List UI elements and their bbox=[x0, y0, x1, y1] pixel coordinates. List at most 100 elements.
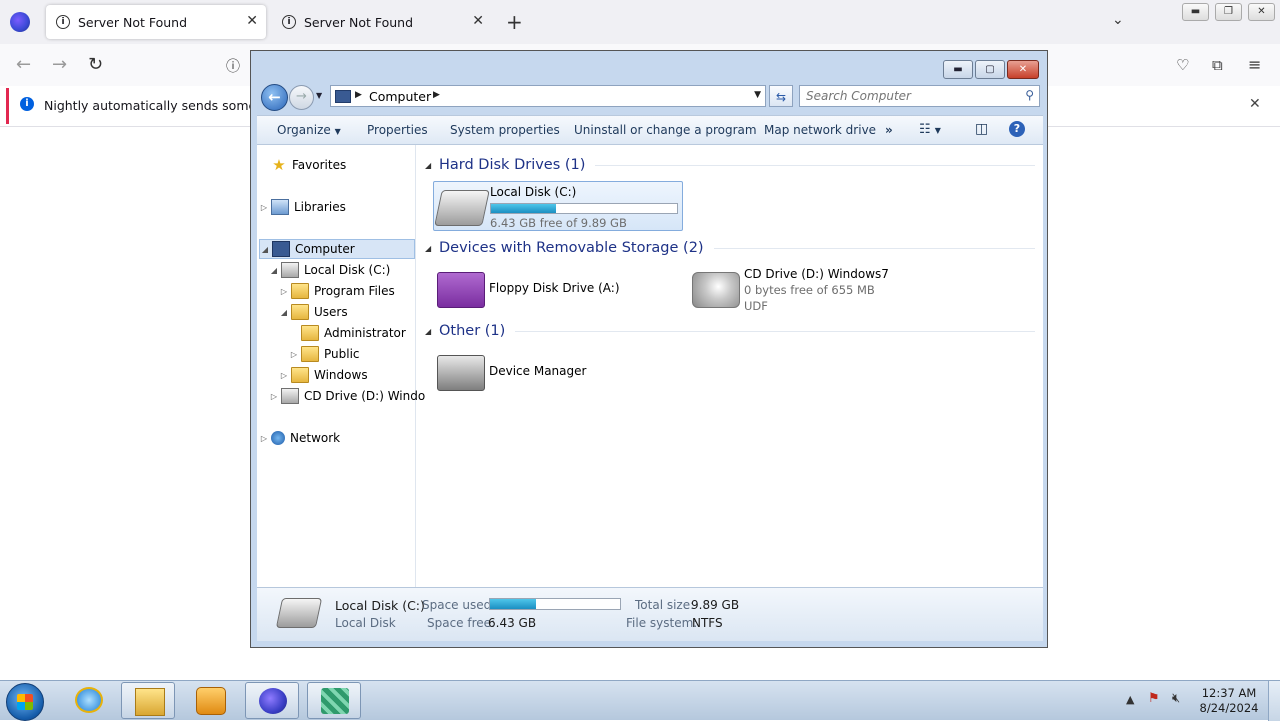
collapse-group-icon[interactable]: ◢ bbox=[425, 327, 439, 336]
more-commands-icon[interactable]: » bbox=[885, 123, 893, 137]
nav-computer[interactable]: ◢ Computer bbox=[259, 239, 415, 259]
tile-device-manager[interactable]: Device Manager bbox=[433, 347, 683, 397]
expand-arrow-icon[interactable]: ▷ bbox=[279, 371, 289, 380]
expand-arrow-icon[interactable]: ▷ bbox=[289, 350, 299, 359]
menu-icon[interactable]: ≡ bbox=[1248, 55, 1261, 74]
clock-time: 12:37 AM bbox=[1201, 686, 1257, 700]
group-title: Hard Disk Drives (1) bbox=[439, 157, 586, 173]
close-tab-icon[interactable]: ✕ bbox=[246, 13, 258, 29]
breadcrumb-arrow-icon[interactable]: ▶ bbox=[355, 90, 362, 100]
group-title: Devices with Removable Storage (2) bbox=[439, 240, 704, 256]
cd-drive-icon bbox=[281, 388, 299, 404]
search-input[interactable] bbox=[806, 89, 1006, 103]
forward-arrow-icon[interactable]: → bbox=[52, 54, 67, 75]
taskbar-firefox-nightly[interactable] bbox=[245, 682, 299, 719]
start-button[interactable] bbox=[6, 683, 44, 721]
nav-label: Computer bbox=[295, 242, 355, 256]
nav-windows[interactable]: ▷ Windows bbox=[279, 365, 368, 385]
back-button[interactable]: ← bbox=[261, 84, 288, 111]
breadcrumb-computer[interactable]: Computer bbox=[369, 89, 431, 104]
taskbar-network-app[interactable] bbox=[307, 682, 361, 719]
group-removable-storage[interactable]: ◢ Devices with Removable Storage (2) bbox=[425, 237, 1035, 259]
new-tab-button[interactable]: + bbox=[506, 10, 523, 34]
group-hard-disk-drives[interactable]: ◢ Hard Disk Drives (1) bbox=[425, 154, 1035, 176]
breadcrumb-arrow-icon[interactable]: ▶ bbox=[433, 90, 440, 100]
back-arrow-icon[interactable]: ← bbox=[16, 54, 31, 75]
organize-menu[interactable]: Organize ▼ bbox=[277, 123, 341, 137]
reload-icon[interactable]: ↻ bbox=[88, 54, 103, 75]
divider bbox=[713, 247, 1035, 249]
nav-public[interactable]: ▷ Public bbox=[289, 344, 360, 364]
chevron-down-icon: ▼ bbox=[334, 127, 341, 136]
taskbar-internet-explorer[interactable] bbox=[62, 682, 116, 719]
browser-close-button[interactable]: ✕ bbox=[1248, 3, 1275, 21]
tab-server-not-found-2[interactable]: i Server Not Found ✕ bbox=[272, 5, 492, 39]
group-other[interactable]: ◢ Other (1) bbox=[425, 320, 1035, 342]
nav-local-disk[interactable]: ◢ Local Disk (C:) bbox=[269, 260, 390, 280]
expand-arrow-icon[interactable]: ▷ bbox=[269, 392, 279, 401]
minimize-button[interactable]: ▬ bbox=[943, 60, 973, 79]
site-info-icon[interactable]: ⓘ bbox=[226, 56, 240, 76]
search-box[interactable]: ⚲ bbox=[799, 85, 1040, 107]
list-all-tabs-icon[interactable]: ⌄ bbox=[1112, 12, 1124, 28]
expand-arrow-icon[interactable]: ▷ bbox=[279, 287, 289, 296]
notice-accent-bar bbox=[6, 88, 9, 124]
pocket-icon[interactable]: ♡ bbox=[1176, 56, 1189, 74]
search-icon[interactable]: ⚲ bbox=[1025, 88, 1034, 102]
collapse-group-icon[interactable]: ◢ bbox=[425, 244, 439, 253]
nav-administrator[interactable]: Administrator bbox=[289, 323, 406, 343]
volume-muted-icon[interactable]: 🔇︎ bbox=[1172, 691, 1180, 706]
change-view-icon[interactable]: ☷ ▼ bbox=[919, 122, 941, 137]
system-clock[interactable]: 12:37 AM 8/24/2024 bbox=[1196, 686, 1262, 716]
browser-restore-button[interactable]: ❐ bbox=[1215, 3, 1242, 21]
show-hidden-icons-icon[interactable]: ▲ bbox=[1126, 693, 1134, 706]
collapse-arrow-icon[interactable]: ◢ bbox=[279, 308, 289, 317]
internet-explorer-icon bbox=[75, 687, 103, 713]
nav-network[interactable]: ▷ Network bbox=[259, 428, 340, 448]
forward-button[interactable]: → bbox=[289, 85, 314, 110]
drive-usage-bar bbox=[490, 203, 678, 214]
address-bar[interactable]: ▶ Computer ▶ ▼ bbox=[330, 85, 766, 107]
address-dropdown-icon[interactable]: ▼ bbox=[754, 90, 761, 100]
space-free-label: Space free: bbox=[427, 616, 496, 630]
refresh-button[interactable]: ⇆ bbox=[769, 85, 793, 107]
collapse-arrow-icon[interactable]: ◢ bbox=[269, 266, 279, 275]
tab-server-not-found-1[interactable]: i Server Not Found ✕ bbox=[46, 5, 266, 39]
close-notification-icon[interactable]: ✕ bbox=[1249, 96, 1261, 112]
organize-label: Organize bbox=[277, 123, 331, 137]
taskbar-windows-explorer[interactable] bbox=[121, 682, 175, 719]
close-button[interactable]: ✕ bbox=[1007, 60, 1039, 79]
taskbar-media-player[interactable] bbox=[183, 682, 237, 719]
nav-libraries[interactable]: ▷ Libraries bbox=[259, 197, 346, 217]
nav-favorites[interactable]: ★ Favorites bbox=[269, 155, 346, 175]
nav-label: Favorites bbox=[292, 158, 347, 172]
browser-minimize-button[interactable]: ▬ bbox=[1182, 3, 1209, 21]
map-network-drive-button[interactable]: Map network drive bbox=[764, 123, 876, 137]
expand-arrow-icon[interactable]: ▷ bbox=[259, 434, 269, 443]
help-icon[interactable]: ? bbox=[1009, 121, 1025, 137]
folder-icon bbox=[301, 346, 319, 362]
collapse-arrow-icon[interactable]: ◢ bbox=[260, 245, 270, 254]
drive-tile-floppy[interactable]: Floppy Disk Drive (A:) bbox=[433, 264, 683, 314]
computer-icon bbox=[335, 90, 351, 103]
nav-cd-drive[interactable]: ▷ CD Drive (D:) Windo bbox=[269, 386, 425, 406]
nav-users[interactable]: ◢ Users bbox=[279, 302, 348, 322]
preview-pane-icon[interactable]: ◫ bbox=[975, 121, 988, 137]
firefox-logo-icon[interactable] bbox=[10, 12, 30, 32]
drive-tile-local-disk[interactable]: Local Disk (C:) 6.43 GB free of 9.89 GB bbox=[433, 181, 683, 231]
close-tab-icon[interactable]: ✕ bbox=[472, 13, 484, 29]
drive-tile-cd[interactable]: CD Drive (D:) Windows7 0 bytes free of 6… bbox=[688, 264, 938, 314]
collapse-group-icon[interactable]: ◢ bbox=[425, 161, 439, 170]
drive-name: CD Drive (D:) Windows7 bbox=[744, 267, 889, 281]
uninstall-program-button[interactable]: Uninstall or change a program bbox=[574, 123, 757, 137]
properties-button[interactable]: Properties bbox=[367, 123, 428, 137]
system-properties-button[interactable]: System properties bbox=[450, 123, 560, 137]
maximize-button[interactable]: ▢ bbox=[975, 60, 1005, 79]
expand-arrow-icon[interactable]: ▷ bbox=[259, 203, 269, 212]
recent-pages-icon[interactable]: ▼ bbox=[316, 91, 322, 100]
action-center-icon[interactable]: ⚑ bbox=[1148, 691, 1160, 706]
nav-program-files[interactable]: ▷ Program Files bbox=[279, 281, 395, 301]
extensions-icon[interactable]: ⧉ bbox=[1212, 56, 1223, 74]
show-desktop-button[interactable] bbox=[1268, 681, 1280, 721]
window-titlebar[interactable]: ▬ ▢ ✕ bbox=[251, 51, 1047, 83]
